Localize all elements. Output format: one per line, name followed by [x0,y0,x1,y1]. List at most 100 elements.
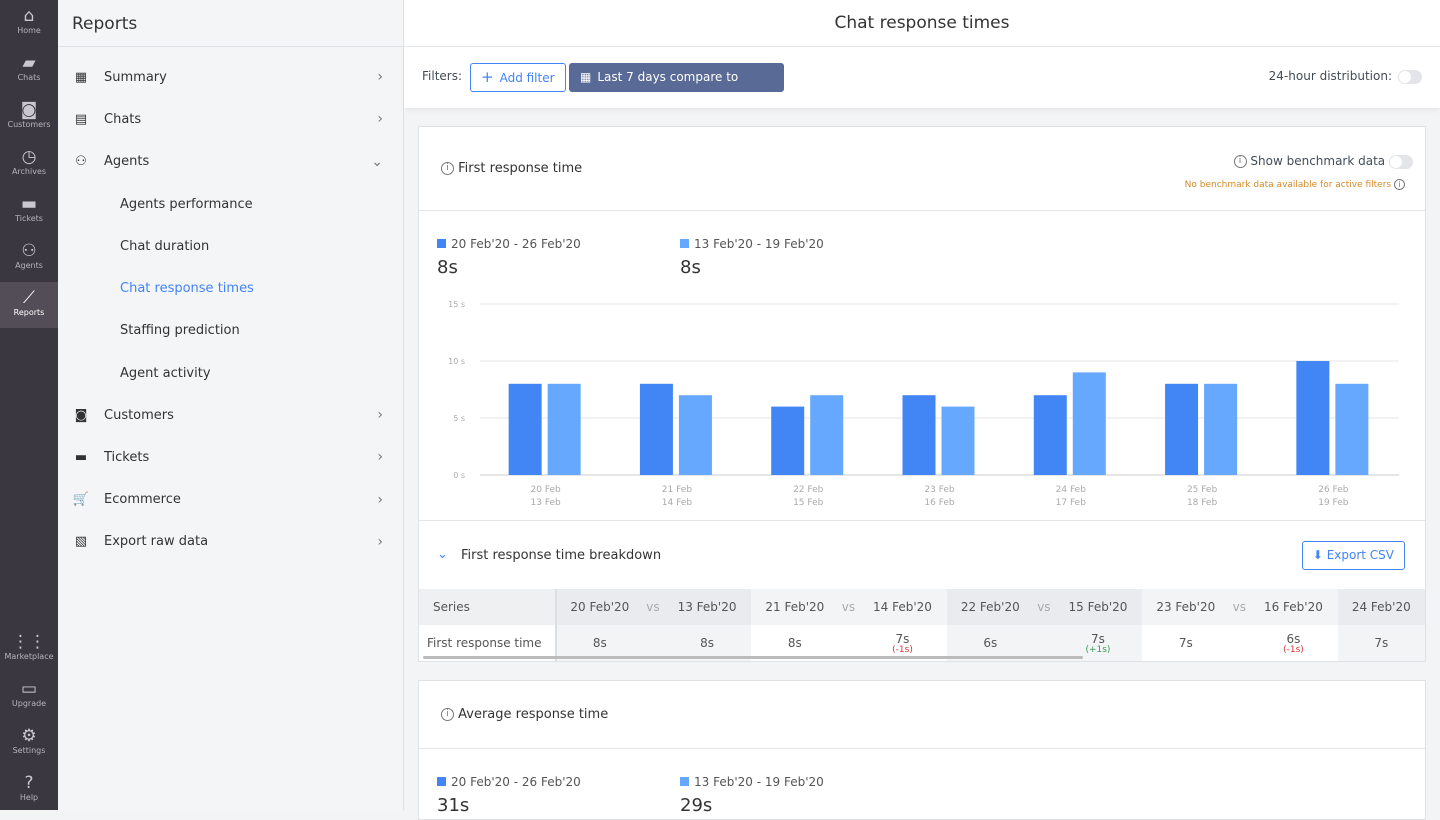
export-csv-button[interactable]: ⬇ Export CSV [1301,541,1405,570]
sidebar-item-ecommerce[interactable]: 🛒 Ecommerce › [58,480,403,520]
vs-label: vs [643,589,663,625]
sidebar-subitem-agent-activity[interactable]: Agent activity [58,353,403,393]
bar-current[interactable] [1033,395,1067,475]
nav-archives[interactable]: ◷ Archives [0,141,58,187]
main: Chat response times Filters: + Add filter… [404,0,1440,820]
legend-previous: 13 Feb'20 - 19 Feb'20 [680,237,824,251]
chevron-right-icon: › [377,69,383,85]
nav-upgrade[interactable]: ▭ Upgrade [0,673,58,719]
col-header: 14 Feb'20 [858,589,947,625]
info-icon[interactable]: i [441,708,454,721]
bar-previous[interactable] [678,395,712,475]
cell: 6s (-1s) [1249,625,1338,661]
bar-previous[interactable] [810,395,844,475]
sidebar-subitem-agents-performance[interactable]: Agents performance [58,184,403,224]
sidebar-subitem-staffing-prediction[interactable]: Staffing prediction [58,311,403,351]
ticket-icon: ▬ [20,194,38,214]
col-header: 24 Feb'20 [1337,589,1425,625]
legend-previous: 13 Feb'20 - 19 Feb'20 [680,775,824,789]
info-icon[interactable]: i [1233,155,1247,168]
benchmark-toggle[interactable] [1389,154,1413,169]
vs-label: vs [1229,589,1250,625]
bar-current[interactable] [771,406,805,475]
col-header: 20 Feb'20 [555,589,644,625]
sidebar-item-tickets[interactable]: ▬ Tickets › [58,437,403,477]
y-tick-label: 10 s [448,357,465,366]
average-response-card: i Average response time 20 Feb'20 - 26 F… [418,680,1426,820]
sidebar-item-label: Chats [104,111,142,127]
sidebar-subitem-chat-duration[interactable]: Chat duration [58,226,403,266]
vs-label: vs [1033,589,1054,625]
bar-previous[interactable] [1204,383,1238,475]
info-icon[interactable]: i [441,162,454,175]
bar-previous[interactable] [1072,372,1106,475]
nav-settings[interactable]: ⚙ Settings [0,720,58,766]
col-header: 15 Feb'20 [1053,589,1143,625]
info-icon[interactable]: i [1394,179,1405,190]
nav-marketplace[interactable]: ⋮⋮ Marketplace [0,626,58,672]
nav-label: Settings [12,746,46,755]
vs-label: vs [838,589,859,625]
add-filter-label: Add filter [499,71,555,85]
bar-previous[interactable] [941,406,975,475]
legend-current: 20 Feb'20 - 26 Feb'20 [437,775,581,789]
nav-customers[interactable]: ◙ Customers [0,94,58,140]
bar-current[interactable] [639,383,673,475]
sidebar-item-summary[interactable]: ▦ Summary › [58,57,403,97]
bar-previous[interactable] [1335,383,1369,475]
y-tick-label: 5 s [453,414,465,423]
nav-label: Reports [13,308,45,317]
cell-value: 7s [1091,631,1105,646]
nav-tickets[interactable]: ▬ Tickets [0,188,58,234]
chevron-down-icon: ⌄ [371,153,383,170]
x-tick-label: 17 Feb [1056,498,1087,508]
bar-current[interactable] [508,383,542,475]
previous-total: 29s [680,795,713,816]
col-header: 16 Feb'20 [1249,589,1338,625]
col-header: 22 Feb'20 [946,589,1034,625]
x-tick-label: 19 Feb [1318,498,1349,508]
nav-reports[interactable]: ⟋ Reports [0,282,58,328]
delta: (-1s) [1283,644,1304,655]
x-tick-label: 25 Feb [1187,485,1218,495]
first-response-card: i First response time i Show benchmark d… [418,126,1426,662]
sidebar-item-agents[interactable]: ⚇ Agents ⌄ [58,142,403,182]
date-range-button[interactable]: ▦ Last 7 days compare to Previo... [569,63,784,111]
chevron-right-icon: › [377,407,383,423]
series-header: Series [419,589,557,625]
bar-chart: 0 s 5 s 10 s 15 s 20 Feb 13 Feb 21 Feb 14 Feb 22… [448,300,1399,508]
chevron-right-icon: › [377,491,383,508]
collapse-chevron-icon[interactable]: ⌄ [437,547,448,562]
x-tick-label: 18 Feb [1187,498,1218,508]
chevron-right-icon: › [377,449,383,466]
nav-chats[interactable]: ▰ Chats [0,47,58,93]
legend-swatch [680,777,689,786]
nav-home[interactable]: ⌂ Home [0,0,58,46]
distribution-toggle[interactable] [1398,70,1422,84]
nav-agents[interactable]: ⚇ Agents [0,235,58,281]
reports-icon: ⟋ [23,288,35,308]
bar-current[interactable] [1296,361,1330,475]
legend-swatch [437,239,446,248]
nav-label: Tickets [15,214,43,223]
sidebar-item-export-raw-data[interactable]: ▧ Export raw data › [58,522,403,562]
chats-icon: ▰ [22,53,36,73]
horizontal-scrollbar[interactable] [423,656,1083,659]
clock-icon: ◷ [21,147,37,167]
upgrade-icon: ▭ [20,679,38,699]
cell-value: 8s [700,636,714,650]
nav-help[interactable]: ? Help [0,767,58,813]
x-tick-label: 26 Feb [1318,485,1349,495]
help-icon: ? [24,773,34,793]
y-tick-label: 0 s [453,471,465,480]
legend-current: 20 Feb'20 - 26 Feb'20 [437,237,581,251]
sidebar-item-label: Summary [104,69,167,85]
bar-current[interactable] [1165,383,1199,475]
settings-icon: ⚙ [21,726,37,746]
bar-previous[interactable] [547,383,581,475]
sidebar-item-customers[interactable]: ◙ Customers › [58,395,403,435]
sidebar-subitem-chat-response-times[interactable]: Chat response times [58,269,403,309]
sidebar-item-chats[interactable]: ▤ Chats › [58,99,403,139]
add-filter-button[interactable]: + Add filter [470,63,566,92]
bar-current[interactable] [902,395,936,475]
